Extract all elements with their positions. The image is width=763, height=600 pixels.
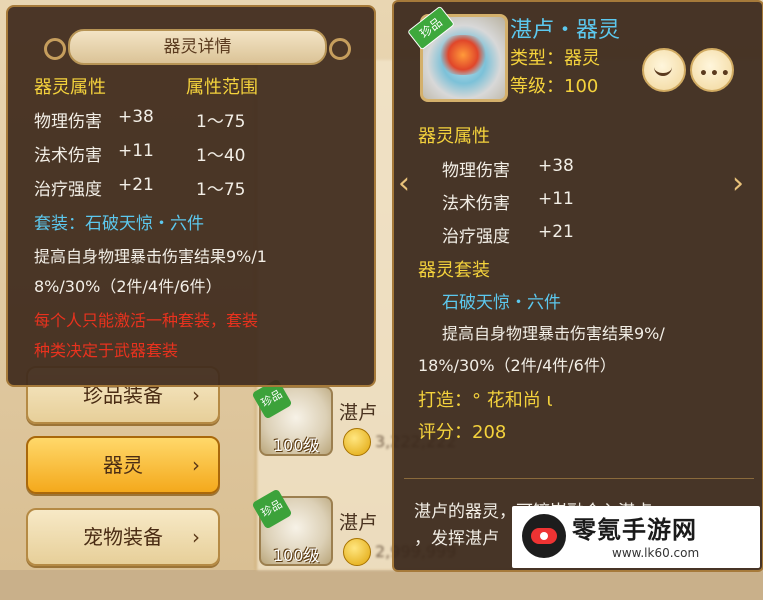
next-arrow-icon[interactable]: › — [732, 166, 744, 201]
watermark-url: www.lk60.com — [612, 546, 700, 560]
tooltip-title: 器灵详情 — [44, 29, 351, 65]
attr-range: 1～75 — [196, 112, 246, 132]
attr-value: +11 — [538, 189, 574, 209]
chevron-right-icon: › — [192, 525, 200, 549]
prev-arrow-icon[interactable]: ‹ — [398, 166, 410, 201]
attr-name: 治疗强度 — [34, 180, 102, 200]
item-level: 100级 — [273, 436, 320, 455]
attr-name: 治疗强度 — [442, 227, 510, 247]
hide-button[interactable] — [642, 48, 686, 92]
attr-name: 物理伤害 — [34, 112, 102, 132]
set-effect: 8%/30%（2件/4件/6件） — [34, 277, 222, 296]
set-effect: 18%/30%（2件/4件/6件） — [418, 356, 616, 375]
attr-header: 器灵属性 — [418, 126, 490, 147]
coin-icon — [343, 538, 371, 566]
item-name: 湛卢・器灵 — [510, 18, 621, 43]
attr-range: 1～75 — [196, 180, 246, 200]
attr-header: 器灵属性 — [34, 77, 106, 98]
eye-closed-icon — [654, 67, 672, 76]
more-options-button[interactable]: ••• — [690, 48, 734, 92]
set-line: 套装：石破天惊・六件 — [34, 214, 204, 234]
set-effect: 提高自身物理暴击伤害结果9%/ — [442, 324, 665, 343]
item-level: 100级 — [273, 546, 320, 565]
attr-value: +21 — [538, 222, 574, 242]
side-menu-label: 器灵 — [103, 453, 143, 477]
set-effect: 提高自身物理暴击伤害结果9%/1 — [34, 247, 267, 266]
item-type: 类型：器灵 — [510, 48, 600, 69]
attr-value: +38 — [118, 107, 154, 127]
forged-by: 打造：° 花和尚 ι — [418, 390, 553, 411]
attr-value: +11 — [118, 141, 154, 161]
item-description: ，发挥湛卢 — [414, 529, 499, 549]
side-menu-pet-equipment[interactable]: 宠物装备 › — [26, 508, 220, 566]
watermark-title: 零氪手游网 — [572, 516, 697, 544]
set-warning: 每个人只能激活一种套装，套装 — [34, 311, 259, 330]
set-warning: 种类决定于武器套装 — [34, 341, 179, 360]
item-score: 评分：208 — [418, 422, 507, 443]
site-watermark: 零氪手游网 www.lk60.com — [512, 506, 760, 568]
item-name: 湛卢 — [339, 512, 378, 534]
attr-name: 法术伤害 — [34, 146, 102, 166]
spirit-detail-tooltip: 器灵详情 器灵属性 属性范围 物理伤害 +38 1～75 法术伤害 +11 1～… — [6, 5, 376, 387]
attr-value: +21 — [118, 175, 154, 195]
chevron-right-icon: › — [192, 453, 200, 477]
fire-gem-icon — [437, 35, 489, 75]
more-dots-icon: ••• — [699, 66, 732, 82]
attr-range: 1～40 — [196, 146, 246, 166]
coin-icon — [343, 428, 371, 456]
item-name: 湛卢 — [339, 402, 378, 424]
attr-value: +38 — [538, 156, 574, 176]
set-header: 器灵套装 — [418, 260, 490, 281]
divider — [404, 478, 754, 479]
side-menu-label: 宠物装备 — [83, 525, 163, 549]
gamepad-logo-icon — [522, 514, 566, 558]
attr-name: 法术伤害 — [442, 194, 510, 214]
side-menu-spirit[interactable]: 器灵 › — [26, 436, 220, 494]
attr-name: 物理伤害 — [442, 161, 510, 181]
set-name: 石破天惊・六件 — [442, 293, 561, 313]
range-header: 属性范围 — [186, 77, 258, 98]
item-level: 等级：100 — [510, 76, 599, 97]
